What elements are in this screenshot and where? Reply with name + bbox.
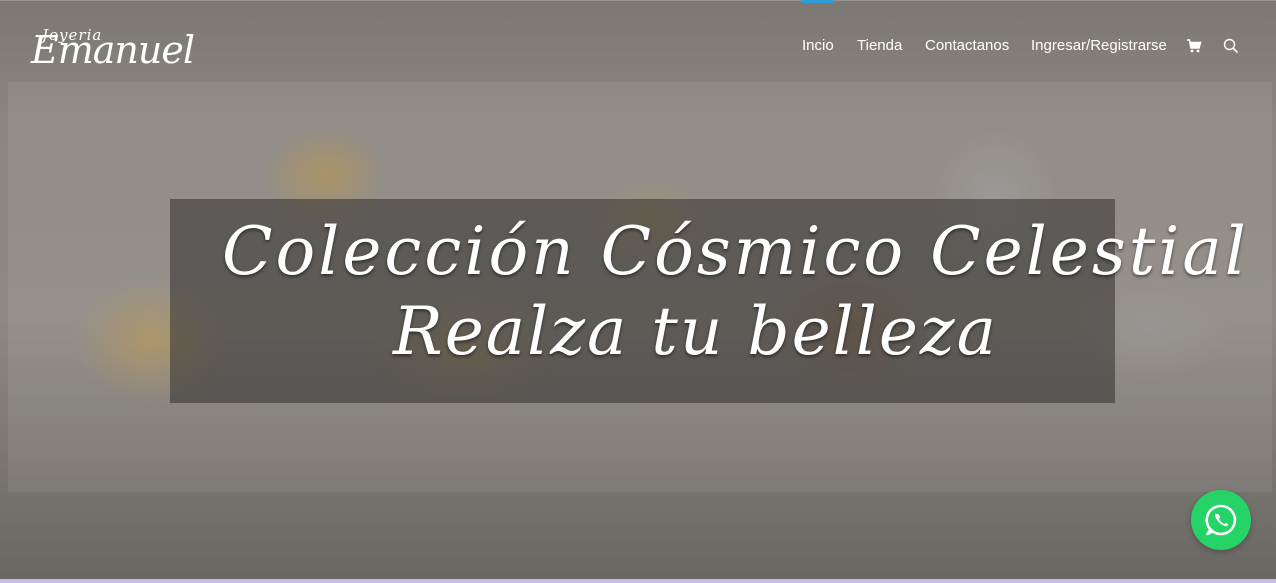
nav-item-tienda[interactable]: Tienda: [857, 37, 902, 54]
whatsapp-button[interactable]: [1191, 490, 1251, 550]
nav-active-indicator: [801, 0, 833, 3]
bottom-border: [0, 579, 1276, 583]
nav-item-ingresar[interactable]: Ingresar/Registrarse: [1031, 37, 1167, 54]
logo-title: Emanuel: [31, 28, 195, 72]
whatsapp-icon: [1205, 504, 1237, 536]
top-border: [0, 0, 1276, 1]
search-icon[interactable]: [1223, 38, 1239, 54]
cart-icon[interactable]: [1186, 38, 1202, 54]
nav-item-inicio[interactable]: Incio: [802, 37, 834, 54]
hero-title: Colección Cósmico Celestial: [222, 213, 1249, 290]
hero-subtitle: Realza tu belleza: [393, 293, 999, 370]
nav-item-contactanos[interactable]: Contactanos: [925, 37, 1009, 54]
